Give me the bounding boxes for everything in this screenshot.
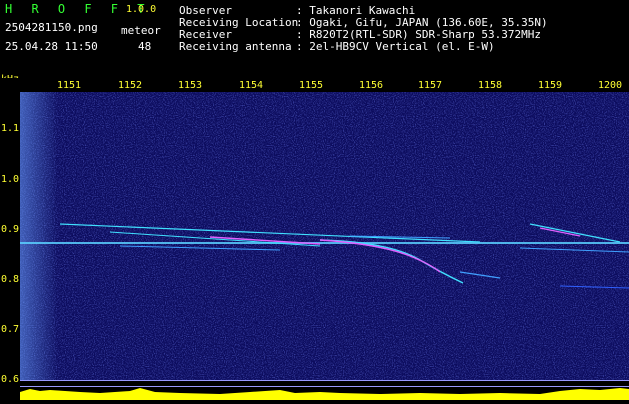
timestamp: 25.04.28 11:50 [5, 40, 98, 53]
x-tick-label: 1158 [477, 80, 503, 91]
y-tick-label: 0.8 [1, 274, 20, 285]
y-tick-label: 1.0 [1, 174, 20, 185]
meteor-label: meteor [121, 24, 161, 37]
y-tick-label: 0.7 [1, 324, 20, 335]
antenna-key: Receiving antenna [179, 40, 292, 53]
level-fill [20, 388, 629, 400]
signal-level-graph [20, 380, 629, 400]
y-tick-label: 0.6 [1, 374, 20, 385]
header: H R O F F T 1.0.0 2504281150.png meteor … [0, 0, 629, 78]
antenna-value: : 2el-HB9CV Vertical (el. E-W) [296, 40, 495, 53]
file-name: 2504281150.png [5, 21, 98, 34]
app-version: 1.0.0 [126, 4, 157, 15]
x-tick-label: 1151 [56, 80, 82, 91]
x-tick-label: 1153 [177, 80, 203, 91]
x-tick-label: 1155 [298, 80, 324, 91]
spectrogram-canvas [20, 92, 629, 380]
meteor-count: 48 [138, 40, 152, 53]
spectrogram [20, 92, 629, 380]
x-tick-label: 1157 [417, 80, 443, 91]
x-tick-label: 1159 [537, 80, 563, 91]
x-tick-label: 1154 [238, 80, 264, 91]
x-tick-label: 1200 [597, 80, 623, 91]
noise-burst [20, 92, 58, 380]
y-tick-label: 1.1 [1, 123, 20, 134]
x-tick-label: 1152 [117, 80, 143, 91]
signal-level-strip [20, 380, 629, 400]
frequency-axis: 1.1 1.0 0.9 0.8 0.7 0.6 [0, 78, 20, 400]
time-axis: kHz 1151 1152 1153 1154 1155 1156 1157 1… [0, 74, 629, 92]
y-tick-label: 0.9 [1, 224, 20, 235]
x-tick-label: 1156 [358, 80, 384, 91]
noise-texture [20, 92, 629, 380]
